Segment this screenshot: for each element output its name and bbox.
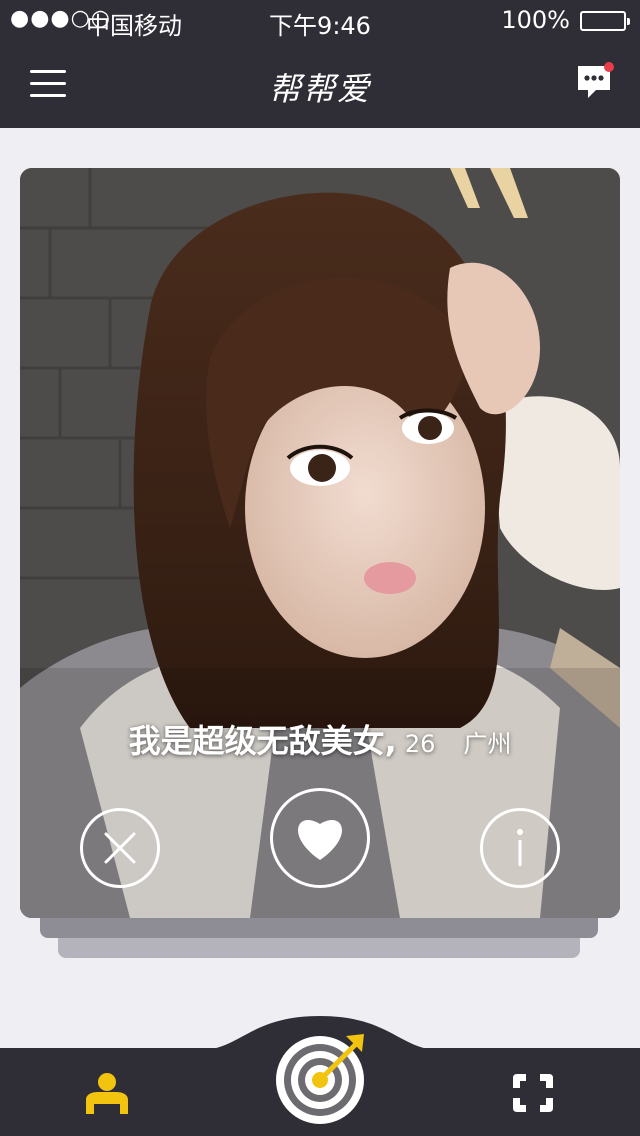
user-icon bbox=[86, 1073, 128, 1114]
close-x-icon bbox=[104, 832, 136, 864]
profile-card[interactable]: 我是超级无敌美女, 26 广州 bbox=[20, 168, 620, 918]
chat-bubble-icon[interactable] bbox=[576, 62, 614, 102]
battery-percent: 100% bbox=[501, 6, 570, 34]
profile-info: 我是超级无敌美女, 26 广州 bbox=[20, 716, 620, 762]
info-icon bbox=[517, 829, 523, 866]
tab-scan[interactable] bbox=[510, 1072, 556, 1114]
notification-badge bbox=[604, 62, 614, 72]
status-bar: ●●●○○ 中国移动 下午9:46 100% bbox=[0, 0, 640, 40]
battery-icon bbox=[580, 11, 630, 31]
profile-name: 我是超级无敌美女, bbox=[128, 722, 397, 760]
tab-profile[interactable] bbox=[84, 1072, 130, 1116]
scan-icon bbox=[513, 1074, 553, 1112]
profile-age: 26 bbox=[404, 730, 436, 758]
nav-bar: 帮帮爱 bbox=[0, 40, 640, 128]
app-title: 帮帮爱 bbox=[268, 70, 371, 108]
heart-icon bbox=[298, 820, 342, 860]
like-button[interactable] bbox=[270, 788, 370, 888]
tab-match[interactable] bbox=[272, 1030, 368, 1126]
dislike-button[interactable] bbox=[80, 808, 160, 888]
profile-city: 广州 bbox=[463, 730, 512, 758]
target-dart-icon bbox=[276, 1034, 364, 1124]
info-button[interactable] bbox=[480, 808, 560, 888]
